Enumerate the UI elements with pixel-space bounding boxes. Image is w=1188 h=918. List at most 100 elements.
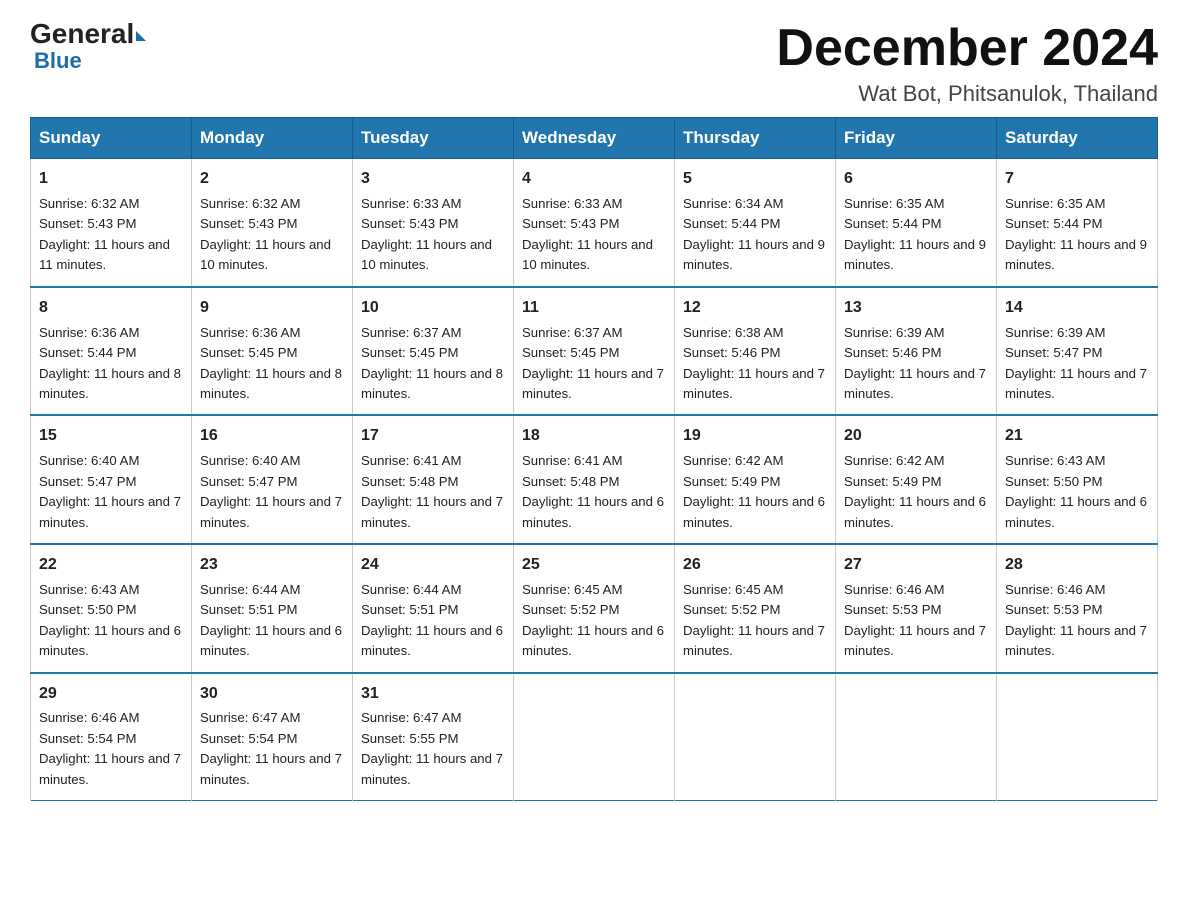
- calendar-cell: 13Sunrise: 6:39 AMSunset: 5:46 PMDayligh…: [836, 287, 997, 416]
- calendar-cell: 19Sunrise: 6:42 AMSunset: 5:49 PMDayligh…: [675, 415, 836, 544]
- day-number: 23: [200, 553, 344, 578]
- day-number: 28: [1005, 553, 1149, 578]
- day-details: Sunrise: 6:41 AMSunset: 5:48 PMDaylight:…: [361, 451, 505, 533]
- calendar-week-row: 29Sunrise: 6:46 AMSunset: 5:54 PMDayligh…: [31, 673, 1158, 801]
- day-details: Sunrise: 6:37 AMSunset: 5:45 PMDaylight:…: [361, 323, 505, 405]
- calendar-week-row: 8Sunrise: 6:36 AMSunset: 5:44 PMDaylight…: [31, 287, 1158, 416]
- day-number: 27: [844, 553, 988, 578]
- day-details: Sunrise: 6:36 AMSunset: 5:45 PMDaylight:…: [200, 323, 344, 405]
- day-details: Sunrise: 6:32 AMSunset: 5:43 PMDaylight:…: [200, 194, 344, 276]
- calendar-cell: 16Sunrise: 6:40 AMSunset: 5:47 PMDayligh…: [192, 415, 353, 544]
- month-title: December 2024: [776, 20, 1158, 77]
- column-header-friday: Friday: [836, 118, 997, 159]
- day-number: 22: [39, 553, 183, 578]
- day-number: 30: [200, 682, 344, 707]
- day-number: 26: [683, 553, 827, 578]
- day-details: Sunrise: 6:46 AMSunset: 5:53 PMDaylight:…: [844, 580, 988, 662]
- day-number: 8: [39, 296, 183, 321]
- calendar-cell: [836, 673, 997, 801]
- calendar-week-row: 15Sunrise: 6:40 AMSunset: 5:47 PMDayligh…: [31, 415, 1158, 544]
- day-details: Sunrise: 6:39 AMSunset: 5:47 PMDaylight:…: [1005, 323, 1149, 405]
- day-number: 2: [200, 167, 344, 192]
- calendar-cell: 28Sunrise: 6:46 AMSunset: 5:53 PMDayligh…: [997, 544, 1158, 673]
- day-number: 16: [200, 424, 344, 449]
- logo-general: General: [30, 20, 134, 48]
- logo: General Blue: [30, 20, 146, 72]
- day-details: Sunrise: 6:44 AMSunset: 5:51 PMDaylight:…: [361, 580, 505, 662]
- calendar-cell: 21Sunrise: 6:43 AMSunset: 5:50 PMDayligh…: [997, 415, 1158, 544]
- calendar-cell: [675, 673, 836, 801]
- day-details: Sunrise: 6:35 AMSunset: 5:44 PMDaylight:…: [1005, 194, 1149, 276]
- day-number: 15: [39, 424, 183, 449]
- column-header-saturday: Saturday: [997, 118, 1158, 159]
- calendar-week-row: 22Sunrise: 6:43 AMSunset: 5:50 PMDayligh…: [31, 544, 1158, 673]
- calendar-cell: 14Sunrise: 6:39 AMSunset: 5:47 PMDayligh…: [997, 287, 1158, 416]
- day-number: 7: [1005, 167, 1149, 192]
- calendar-cell: 25Sunrise: 6:45 AMSunset: 5:52 PMDayligh…: [514, 544, 675, 673]
- day-details: Sunrise: 6:42 AMSunset: 5:49 PMDaylight:…: [683, 451, 827, 533]
- location-subtitle: Wat Bot, Phitsanulok, Thailand: [776, 81, 1158, 107]
- calendar-week-row: 1Sunrise: 6:32 AMSunset: 5:43 PMDaylight…: [31, 159, 1158, 287]
- day-number: 29: [39, 682, 183, 707]
- calendar-cell: 4Sunrise: 6:33 AMSunset: 5:43 PMDaylight…: [514, 159, 675, 287]
- day-details: Sunrise: 6:35 AMSunset: 5:44 PMDaylight:…: [844, 194, 988, 276]
- calendar-cell: 30Sunrise: 6:47 AMSunset: 5:54 PMDayligh…: [192, 673, 353, 801]
- day-details: Sunrise: 6:43 AMSunset: 5:50 PMDaylight:…: [39, 580, 183, 662]
- calendar-cell: 15Sunrise: 6:40 AMSunset: 5:47 PMDayligh…: [31, 415, 192, 544]
- day-details: Sunrise: 6:43 AMSunset: 5:50 PMDaylight:…: [1005, 451, 1149, 533]
- day-details: Sunrise: 6:45 AMSunset: 5:52 PMDaylight:…: [522, 580, 666, 662]
- day-details: Sunrise: 6:46 AMSunset: 5:54 PMDaylight:…: [39, 708, 183, 790]
- title-block: December 2024 Wat Bot, Phitsanulok, Thai…: [776, 20, 1158, 107]
- day-details: Sunrise: 6:33 AMSunset: 5:43 PMDaylight:…: [361, 194, 505, 276]
- calendar-cell: 1Sunrise: 6:32 AMSunset: 5:43 PMDaylight…: [31, 159, 192, 287]
- day-number: 14: [1005, 296, 1149, 321]
- day-number: 31: [361, 682, 505, 707]
- day-details: Sunrise: 6:45 AMSunset: 5:52 PMDaylight:…: [683, 580, 827, 662]
- day-number: 5: [683, 167, 827, 192]
- calendar-cell: 17Sunrise: 6:41 AMSunset: 5:48 PMDayligh…: [353, 415, 514, 544]
- calendar-cell: 31Sunrise: 6:47 AMSunset: 5:55 PMDayligh…: [353, 673, 514, 801]
- calendar-cell: [514, 673, 675, 801]
- day-details: Sunrise: 6:46 AMSunset: 5:53 PMDaylight:…: [1005, 580, 1149, 662]
- column-header-sunday: Sunday: [31, 118, 192, 159]
- day-details: Sunrise: 6:41 AMSunset: 5:48 PMDaylight:…: [522, 451, 666, 533]
- day-details: Sunrise: 6:34 AMSunset: 5:44 PMDaylight:…: [683, 194, 827, 276]
- day-number: 18: [522, 424, 666, 449]
- day-number: 3: [361, 167, 505, 192]
- logo-blue-text: Blue: [34, 50, 82, 72]
- day-number: 6: [844, 167, 988, 192]
- calendar-cell: 6Sunrise: 6:35 AMSunset: 5:44 PMDaylight…: [836, 159, 997, 287]
- day-number: 9: [200, 296, 344, 321]
- day-number: 4: [522, 167, 666, 192]
- day-details: Sunrise: 6:44 AMSunset: 5:51 PMDaylight:…: [200, 580, 344, 662]
- day-details: Sunrise: 6:33 AMSunset: 5:43 PMDaylight:…: [522, 194, 666, 276]
- calendar-cell: [997, 673, 1158, 801]
- day-number: 24: [361, 553, 505, 578]
- calendar-table: SundayMondayTuesdayWednesdayThursdayFrid…: [30, 117, 1158, 801]
- calendar-cell: 11Sunrise: 6:37 AMSunset: 5:45 PMDayligh…: [514, 287, 675, 416]
- calendar-cell: 23Sunrise: 6:44 AMSunset: 5:51 PMDayligh…: [192, 544, 353, 673]
- day-number: 12: [683, 296, 827, 321]
- calendar-cell: 18Sunrise: 6:41 AMSunset: 5:48 PMDayligh…: [514, 415, 675, 544]
- day-number: 21: [1005, 424, 1149, 449]
- day-details: Sunrise: 6:42 AMSunset: 5:49 PMDaylight:…: [844, 451, 988, 533]
- day-number: 10: [361, 296, 505, 321]
- page-header: General Blue December 2024 Wat Bot, Phit…: [30, 20, 1158, 107]
- calendar-cell: 2Sunrise: 6:32 AMSunset: 5:43 PMDaylight…: [192, 159, 353, 287]
- logo-arrow-icon: [136, 31, 146, 41]
- day-details: Sunrise: 6:40 AMSunset: 5:47 PMDaylight:…: [39, 451, 183, 533]
- day-number: 25: [522, 553, 666, 578]
- calendar-cell: 5Sunrise: 6:34 AMSunset: 5:44 PMDaylight…: [675, 159, 836, 287]
- day-details: Sunrise: 6:47 AMSunset: 5:55 PMDaylight:…: [361, 708, 505, 790]
- calendar-cell: 7Sunrise: 6:35 AMSunset: 5:44 PMDaylight…: [997, 159, 1158, 287]
- day-details: Sunrise: 6:32 AMSunset: 5:43 PMDaylight:…: [39, 194, 183, 276]
- day-details: Sunrise: 6:36 AMSunset: 5:44 PMDaylight:…: [39, 323, 183, 405]
- calendar-cell: 29Sunrise: 6:46 AMSunset: 5:54 PMDayligh…: [31, 673, 192, 801]
- day-number: 1: [39, 167, 183, 192]
- day-details: Sunrise: 6:38 AMSunset: 5:46 PMDaylight:…: [683, 323, 827, 405]
- calendar-cell: 27Sunrise: 6:46 AMSunset: 5:53 PMDayligh…: [836, 544, 997, 673]
- day-details: Sunrise: 6:37 AMSunset: 5:45 PMDaylight:…: [522, 323, 666, 405]
- day-number: 20: [844, 424, 988, 449]
- calendar-cell: 20Sunrise: 6:42 AMSunset: 5:49 PMDayligh…: [836, 415, 997, 544]
- calendar-header-row: SundayMondayTuesdayWednesdayThursdayFrid…: [31, 118, 1158, 159]
